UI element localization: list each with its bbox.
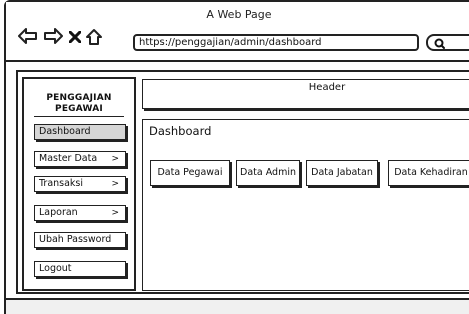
home-icon	[86, 29, 102, 45]
sidebar-item-label: Dashboard	[39, 126, 91, 137]
sidebar-item-label: Ubah Password	[39, 234, 112, 245]
sidebar-item-transaksi[interactable]: Transaksi >	[34, 176, 126, 192]
sidebar-item-label: Transaksi	[39, 178, 84, 189]
sidebar-item-label: Logout	[39, 263, 72, 274]
brand-divider	[34, 116, 124, 117]
stop-button[interactable]	[69, 31, 81, 43]
back-button[interactable]	[18, 28, 38, 44]
card-data-pegawai[interactable]: Data Pegawai	[150, 160, 230, 186]
card-label: Data Kehadiran	[394, 167, 468, 178]
brand-line-2: PEGAWAI	[55, 104, 103, 114]
card-label: Data Admin	[240, 167, 296, 178]
sidebar-item-label: Master Data	[39, 153, 98, 164]
browser-toolbar: A Web Page https://penggajian/admin/dash…	[6, 2, 469, 62]
main-content: Dashboard Data Pegawai Data Admin Data J…	[142, 119, 469, 291]
arrow-left-icon	[18, 28, 37, 44]
search-button[interactable]	[426, 34, 469, 51]
card-label: Data Jabatan	[311, 167, 373, 178]
sidebar: PENGGAJIAN PEGAWAI Dashboard Master Data…	[22, 77, 136, 291]
sidebar-item-ubah-password[interactable]: Ubah Password	[34, 232, 126, 248]
search-icon	[434, 38, 445, 49]
card-data-jabatan[interactable]: Data Jabatan	[306, 160, 378, 186]
sidebar-item-label: Laporan	[39, 207, 78, 218]
forward-button[interactable]	[43, 28, 63, 44]
window-title: A Web Page	[206, 8, 272, 21]
card-data-kehadiran[interactable]: Data Kehadiran	[388, 160, 469, 186]
card-data-admin[interactable]: Data Admin	[236, 160, 300, 186]
chevron-right-icon: >	[111, 208, 119, 218]
home-button[interactable]	[85, 28, 103, 46]
app-brand: PENGGAJIAN PEGAWAI	[24, 93, 134, 115]
sidebar-item-laporan[interactable]: Laporan >	[34, 205, 126, 221]
page-title: Dashboard	[149, 124, 212, 138]
header: Header	[142, 79, 469, 109]
brand-line-1: PENGGAJIAN	[46, 93, 112, 103]
sidebar-item-dashboard[interactable]: Dashboard	[34, 124, 126, 140]
chevron-right-icon: >	[111, 179, 119, 189]
header-label: Header	[308, 82, 346, 93]
close-icon	[69, 31, 81, 43]
page-viewport: PENGGAJIAN PEGAWAI Dashboard Master Data…	[16, 70, 469, 294]
sidebar-item-master-data[interactable]: Master Data >	[34, 151, 126, 167]
card-label: Data Pegawai	[157, 167, 223, 178]
browser-window: A Web Page https://penggajian/admin/dash…	[4, 0, 469, 314]
chevron-right-icon: >	[111, 154, 119, 164]
arrow-right-icon	[44, 28, 63, 44]
url-bar[interactable]: https://penggajian/admin/dashboard	[133, 34, 419, 51]
sidebar-item-logout[interactable]: Logout	[34, 261, 126, 277]
status-bar	[6, 298, 469, 314]
